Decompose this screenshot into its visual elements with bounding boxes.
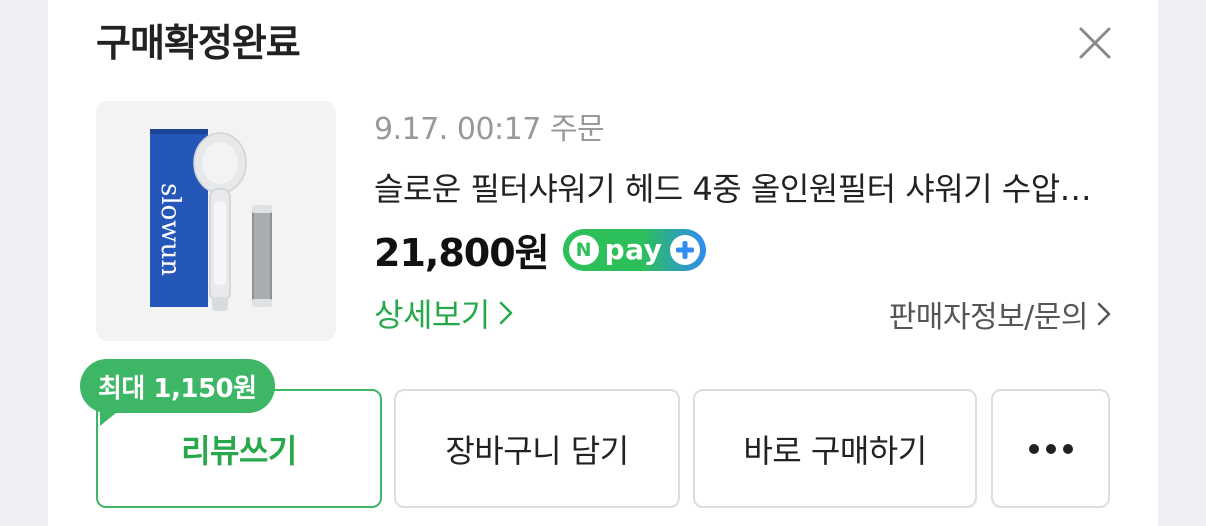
close-button[interactable] — [1076, 24, 1114, 62]
product-name[interactable]: 슬로운 필터샤워기 헤드 4중 올인원필터 샤워기 수압상승 — [374, 164, 1114, 210]
npay-n-logo: N — [568, 234, 599, 265]
price-row: 21,800원 N pay — [374, 222, 707, 277]
seller-info-link[interactable]: 판매자정보/문의 — [889, 292, 1112, 336]
reward-badge: 최대 1,150원 — [80, 359, 275, 413]
close-icon — [1079, 27, 1111, 59]
chevron-right-icon — [1097, 302, 1111, 326]
plus-icon — [670, 234, 701, 265]
buy-now-label: 바로 구매하기 — [743, 431, 927, 470]
page-title: 구매확정완료 — [96, 21, 301, 65]
product-price: 21,800원 — [374, 231, 550, 275]
order-card: 구매확정완료 slowun 9.17. 00:17 주문 슬로운 필터샤워기 헤… — [48, 0, 1158, 526]
chevron-right-icon — [499, 301, 513, 325]
product-thumbnail[interactable]: slowun — [96, 101, 336, 341]
seller-info-label: 판매자정보/문의 — [888, 300, 1089, 335]
npay-label: pay — [604, 233, 663, 266]
buy-now-button[interactable]: 바로 구매하기 — [693, 389, 977, 508]
add-to-cart-button[interactable]: 장바구니 담기 — [394, 389, 680, 508]
npay-plus-badge: N pay — [562, 228, 707, 271]
detail-link-label: 상세보기 — [374, 296, 490, 334]
brand-text: slowun — [155, 183, 185, 276]
more-options-button[interactable] — [991, 389, 1110, 508]
more-dots-icon — [1028, 443, 1073, 454]
product-image: slowun — [96, 101, 336, 341]
add-to-cart-label: 장바구니 담기 — [445, 431, 629, 470]
write-review-label: 리뷰쓰기 — [181, 431, 297, 470]
order-date: 9.17. 00:17 주문 — [374, 112, 605, 147]
detail-link[interactable]: 상세보기 — [374, 290, 514, 336]
